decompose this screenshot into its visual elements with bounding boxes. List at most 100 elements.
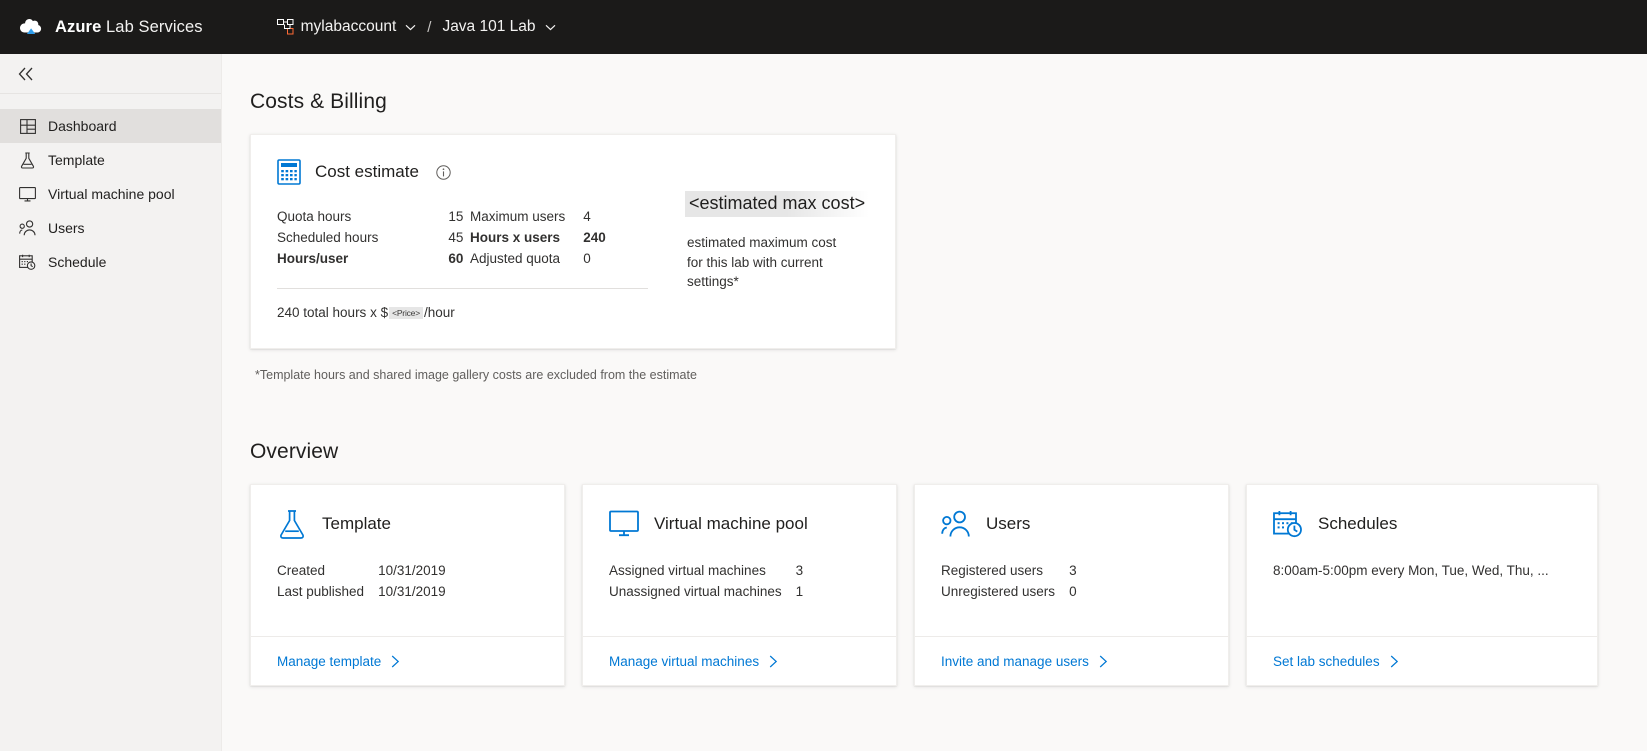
overview-card-stats: Registered users 3 Unregistered users 0	[941, 561, 1077, 603]
stat-label: Quota hours	[277, 207, 448, 228]
sidebar-item-schedule[interactable]: Schedule	[0, 245, 221, 279]
stat-value: 10/31/2019	[378, 582, 446, 603]
sidebar-item-dashboard[interactable]: Dashboard	[0, 109, 221, 143]
overview-card-link-label: Manage template	[277, 654, 381, 669]
estimated-max-cost-value: <estimated max cost>	[685, 191, 869, 217]
cost-total-line: 240 total hours x $ <Price> /hour	[277, 305, 869, 320]
overview-card-stats: Created 10/31/2019 Last published 10/31/…	[277, 561, 446, 603]
stat-value: 10/31/2019	[378, 561, 446, 582]
stat-row: Hours/user 60	[277, 249, 470, 270]
cost-stats-left: Quota hours 15 Scheduled hours 45 Hours/…	[277, 207, 470, 270]
estimated-max-cost-description: estimated maximum cost for this lab with…	[687, 233, 839, 292]
schedule-summary-text: 8:00am-5:00pm every Mon, Tue, Wed, Thu, …	[1273, 561, 1549, 581]
chevron-right-icon	[1390, 655, 1399, 668]
sidebar-nav: Dashboard Template Vir	[0, 94, 221, 279]
brand-title-bold: Azure	[55, 18, 101, 36]
stat-label: Maximum users	[470, 207, 583, 228]
cost-total-suffix: /hour	[424, 305, 455, 320]
overview-card-stats: Assigned virtual machines 3 Unassigned v…	[609, 561, 803, 603]
sidebar: Dashboard Template Vir	[0, 54, 222, 751]
brand[interactable]: Azure Lab Services	[18, 16, 203, 38]
monitor-icon	[609, 509, 639, 539]
chevron-down-icon	[403, 24, 416, 31]
app-shell: Dashboard Template Vir	[0, 54, 1647, 751]
invite-and-manage-users-link[interactable]: Invite and manage users	[941, 654, 1108, 669]
overview-card-template: Template Created 10/31/2019 Last publish…	[250, 484, 565, 686]
breadcrumb-account-label: mylabaccount	[301, 18, 397, 36]
overview-card-title: Template	[322, 514, 391, 534]
sidebar-item-template[interactable]: Template	[0, 143, 221, 177]
price-placeholder-token: <Price>	[389, 307, 423, 319]
stat-row: Scheduled hours 45	[277, 228, 470, 249]
stat-label: Adjusted quota	[470, 249, 583, 270]
chevron-right-icon	[391, 655, 400, 668]
cost-estimate-footnote: *Template hours and shared image gallery…	[255, 368, 1647, 382]
info-circle-icon[interactable]	[433, 165, 451, 180]
estimated-max-cost-block: <estimated max cost> estimated maximum c…	[687, 191, 887, 292]
stat-label: Unregistered users	[941, 582, 1069, 603]
stat-value: 45	[448, 228, 470, 249]
stat-row: Quota hours 15	[277, 207, 470, 228]
manage-template-link[interactable]: Manage template	[277, 654, 400, 669]
breadcrumb: mylabaccount / Java 101 Lab	[277, 18, 556, 36]
overview-card-link-label: Set lab schedules	[1273, 654, 1380, 669]
double-chevron-left-icon	[17, 67, 35, 81]
breadcrumb-lab-label: Java 101 Lab	[442, 18, 535, 36]
costs-billing-heading: Costs & Billing	[250, 90, 1647, 114]
overview-card-title: Users	[986, 514, 1030, 534]
stat-value: 0	[1069, 582, 1077, 603]
sidebar-item-label: Template	[48, 152, 105, 168]
stat-row: Adjusted quota 0	[470, 249, 606, 270]
sidebar-item-label: Users	[48, 220, 85, 236]
stat-row: Maximum users 4	[470, 207, 606, 228]
stat-row: Last published 10/31/2019	[277, 582, 446, 603]
overview-card-link-label: Manage virtual machines	[609, 654, 759, 669]
stat-value: 3	[1069, 561, 1077, 582]
cost-total-prefix: 240 total hours x $	[277, 305, 388, 320]
stat-label: Hours/user	[277, 249, 448, 270]
stat-value: 15	[448, 207, 470, 228]
sidebar-item-virtual-machine-pool[interactable]: Virtual machine pool	[0, 177, 221, 211]
stat-value: 240	[583, 228, 606, 249]
cost-estimate-card: Cost estimate Quota hours 15	[250, 134, 896, 349]
overview-card-link-label: Invite and manage users	[941, 654, 1089, 669]
dashboard-grid-icon	[19, 118, 36, 135]
set-lab-schedules-link[interactable]: Set lab schedules	[1273, 654, 1399, 669]
stat-row: Assigned virtual machines 3	[609, 561, 803, 582]
stat-row: Registered users 3	[941, 561, 1077, 582]
stat-label: Assigned virtual machines	[609, 561, 796, 582]
breadcrumb-account[interactable]: mylabaccount	[277, 18, 417, 36]
overview-card-title: Schedules	[1318, 514, 1397, 534]
breadcrumb-lab[interactable]: Java 101 Lab	[442, 18, 555, 36]
calculator-icon	[277, 159, 301, 185]
stat-value: 0	[583, 249, 606, 270]
stat-label: Hours x users	[470, 228, 583, 249]
manage-virtual-machines-link[interactable]: Manage virtual machines	[609, 654, 778, 669]
stat-value: 1	[796, 582, 804, 603]
overview-section: Overview	[250, 440, 1647, 686]
overview-card-title: Virtual machine pool	[654, 514, 808, 534]
flask-icon	[277, 509, 307, 539]
sidebar-collapse-button[interactable]	[0, 54, 221, 94]
flask-icon	[19, 152, 36, 169]
cost-estimate-title: Cost estimate	[315, 162, 419, 182]
main-content: Costs & Billing	[222, 54, 1647, 751]
breadcrumb-separator: /	[425, 19, 433, 36]
chevron-right-icon	[1099, 655, 1108, 668]
sidebar-item-label: Virtual machine pool	[48, 186, 175, 202]
stat-label: Created	[277, 561, 378, 582]
chevron-down-icon	[543, 24, 556, 31]
cost-estimate-header: Cost estimate	[277, 159, 869, 185]
stat-value: 3	[796, 561, 804, 582]
overview-card-users: Users Registered users 3 Unregistered us…	[914, 484, 1229, 686]
cost-stats-right: Maximum users 4 Hours x users 240 Adjust…	[470, 207, 606, 270]
stat-label: Scheduled hours	[277, 228, 448, 249]
azure-cloud-logo-icon	[18, 16, 44, 38]
stat-value: 60	[448, 249, 470, 270]
monitor-icon	[19, 186, 36, 203]
overview-card-schedules: Schedules 8:00am-5:00pm every Mon, Tue, …	[1246, 484, 1598, 686]
sidebar-item-users[interactable]: Users	[0, 211, 221, 245]
users-icon	[19, 220, 36, 237]
overview-card-virtual-machine-pool: Virtual machine pool Assigned virtual ma…	[582, 484, 897, 686]
stat-row: Created 10/31/2019	[277, 561, 446, 582]
